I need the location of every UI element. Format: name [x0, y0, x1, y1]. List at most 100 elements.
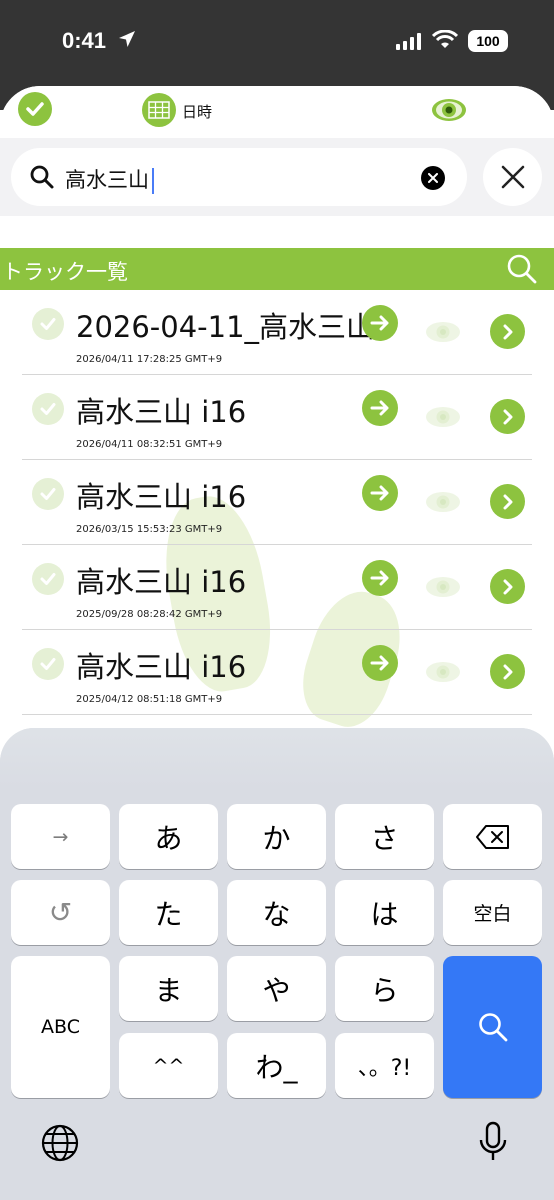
kaomoji-key[interactable]: ^^	[119, 1033, 218, 1098]
arrow-right-icon	[370, 655, 389, 671]
text-caret	[152, 168, 154, 194]
abc-key[interactable]: ABC	[11, 956, 110, 1098]
visibility-icon[interactable]	[424, 404, 462, 430]
key-label: ら	[370, 973, 399, 1007]
checkmark-icon	[40, 403, 56, 415]
close-search-button[interactable]	[483, 148, 542, 206]
track-detail-button[interactable]	[490, 569, 525, 604]
track-checkbox[interactable]	[32, 393, 64, 425]
arrow-right-icon	[370, 400, 389, 416]
track-row[interactable]: 高水三山 i16 2025/09/28 08:28:42 GMT+9	[0, 545, 554, 630]
key-na[interactable]: な	[227, 880, 326, 945]
key-label: は	[370, 897, 399, 931]
key-label: や	[262, 973, 291, 1007]
track-date: 2026/04/11 08:32:51 GMT+9	[76, 439, 223, 450]
key-ka[interactable]: か	[227, 804, 326, 869]
track-date: 2025/09/28 08:28:42 GMT+9	[76, 609, 223, 620]
close-icon	[501, 165, 524, 189]
key-label: 、。?!	[357, 1055, 412, 1081]
track-detail-button[interactable]	[490, 399, 525, 434]
location-arrow-icon	[119, 31, 135, 47]
track-row[interactable]: 2026-04-11_高水三山 2026/04/11 17:28:25 GMT+…	[0, 290, 554, 375]
track-list: 2026-04-11_高水三山 2026/04/11 17:28:25 GMT+…	[0, 290, 554, 715]
backspace-icon	[475, 824, 509, 849]
key-ma[interactable]: ま	[119, 956, 218, 1021]
checkmark-icon	[26, 102, 44, 116]
visibility-icon[interactable]	[424, 574, 462, 600]
clear-icon	[428, 173, 438, 183]
track-checkbox[interactable]	[32, 648, 64, 680]
track-name: 2026-04-11_高水三山	[76, 310, 376, 344]
track-name: 高水三山 i16	[76, 395, 247, 429]
visibility-toggle-icon[interactable]	[430, 96, 468, 124]
track-detail-button[interactable]	[490, 314, 525, 349]
checkmark-icon	[40, 318, 56, 330]
key-sa[interactable]: さ	[335, 804, 434, 869]
key-ra[interactable]: ら	[335, 956, 434, 1021]
open-track-button[interactable]	[362, 475, 398, 511]
checkmark-icon	[40, 658, 56, 670]
track-detail-button[interactable]	[490, 654, 525, 689]
arrow-right-icon	[370, 485, 389, 501]
track-date: 2026/04/11 17:28:25 GMT+9	[76, 354, 223, 365]
track-detail-button[interactable]	[490, 484, 525, 519]
track-checkbox[interactable]	[32, 308, 64, 340]
key-label: ま	[154, 973, 183, 1007]
track-date: 2026/03/15 15:53:23 GMT+9	[76, 524, 223, 535]
key-ya[interactable]: や	[227, 956, 326, 1021]
track-name: 高水三山 i16	[76, 565, 247, 599]
key-wa[interactable]: わ_	[227, 1033, 326, 1098]
sort-label[interactable]: 日時	[182, 101, 212, 122]
punctuation-key[interactable]: 、。?!	[335, 1033, 434, 1098]
checkmark-icon	[40, 573, 56, 585]
key-a[interactable]: あ	[119, 804, 218, 869]
wifi-icon	[432, 30, 458, 48]
microphone-icon[interactable]	[478, 1121, 508, 1163]
track-name: 高水三山 i16	[76, 650, 247, 684]
key-ha[interactable]: は	[335, 880, 434, 945]
track-row[interactable]: 高水三山 i16 2026/03/15 15:53:23 GMT+9	[0, 460, 554, 545]
visibility-icon[interactable]	[424, 659, 462, 685]
toolbar: 日時	[0, 86, 554, 138]
battery-indicator: 100	[468, 30, 508, 52]
search-query: 高水三山	[65, 168, 149, 192]
key-label: わ_	[255, 1050, 298, 1084]
key-undo-label: ↺	[48, 896, 73, 929]
checkmark-icon	[40, 488, 56, 500]
search-key[interactable]	[443, 956, 542, 1098]
open-track-button[interactable]	[362, 560, 398, 596]
track-name: 高水三山 i16	[76, 480, 247, 514]
visibility-icon[interactable]	[424, 489, 462, 515]
arrow-right-icon	[370, 315, 389, 331]
globe-icon[interactable]	[40, 1123, 80, 1163]
undo-key[interactable]: ↺	[11, 880, 110, 945]
track-row[interactable]: 高水三山 i16 2026/04/11 08:32:51 GMT+9	[0, 375, 554, 460]
search-icon	[30, 165, 54, 189]
visibility-icon[interactable]	[424, 319, 462, 345]
open-track-button[interactable]	[362, 645, 398, 681]
search-icon	[478, 1013, 507, 1042]
key-next-label: →	[52, 825, 69, 848]
space-key[interactable]: 空白	[443, 880, 542, 945]
track-checkbox[interactable]	[32, 478, 64, 510]
select-all-button[interactable]	[18, 92, 52, 126]
chevron-right-icon	[503, 579, 512, 594]
delete-key[interactable]	[443, 804, 542, 869]
key-ta[interactable]: た	[119, 880, 218, 945]
key-next[interactable]: →	[11, 804, 110, 869]
key-label: か	[262, 821, 291, 855]
open-track-button[interactable]	[362, 305, 398, 341]
sort-button[interactable]	[142, 93, 176, 127]
calendar-grid-icon	[148, 101, 170, 119]
chevron-right-icon	[503, 664, 512, 679]
cellular-signal-icon	[396, 32, 421, 50]
open-track-button[interactable]	[362, 390, 398, 426]
search-input[interactable]: 高水三山	[11, 148, 467, 206]
list-header: トラック一覧	[0, 248, 554, 290]
key-label: な	[262, 897, 291, 931]
track-row[interactable]: 高水三山 i16 2025/04/12 08:51:18 GMT+9	[0, 630, 554, 715]
track-checkbox[interactable]	[32, 563, 64, 595]
search-icon[interactable]	[506, 253, 538, 285]
clear-search-button[interactable]	[421, 166, 445, 190]
chevron-right-icon	[503, 494, 512, 509]
